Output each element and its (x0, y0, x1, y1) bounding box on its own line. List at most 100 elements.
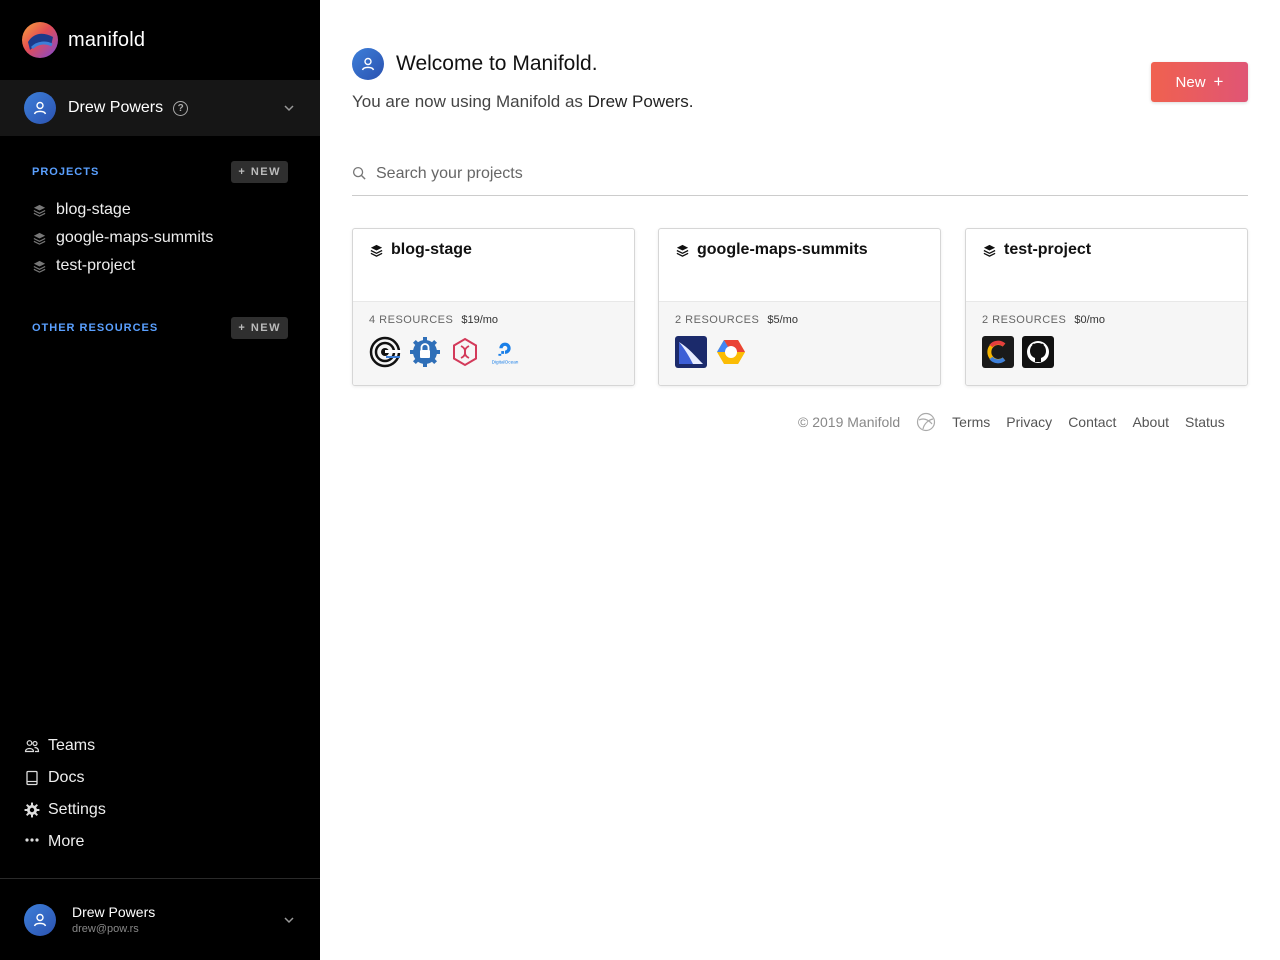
welcome-subtitle-name: Drew Powers. (587, 92, 694, 111)
price: $19/mo (461, 314, 499, 326)
card-header: google-maps-summits (659, 229, 940, 301)
welcome-subtitle-prefix: You are now using Manifold as (352, 92, 588, 111)
search-bar (352, 152, 1248, 196)
project-card-blog-stage[interactable]: blog-stage 4 RESOURCES $19/mo DigitalOce… (352, 228, 635, 386)
gear-icon (24, 802, 40, 818)
other-resources-section-header: OTHER RESOURCES + NEW (32, 317, 288, 339)
page-title: Welcome to Manifold. (396, 52, 598, 75)
welcome-header: Welcome to Manifold. (352, 48, 598, 80)
card-meta: 2 RESOURCES $5/mo (675, 314, 924, 326)
projects-section-title: PROJECTS (32, 166, 100, 178)
stack-icon (33, 204, 46, 217)
card-meta: 4 RESOURCES $19/mo (369, 314, 618, 326)
nav-item-docs[interactable]: Docs (24, 762, 106, 794)
nav-item-teams[interactable]: Teams (24, 730, 106, 762)
footer-link-privacy[interactable]: Privacy (1006, 414, 1052, 430)
sidebar-item-test-project[interactable]: test-project (32, 252, 213, 280)
welcome-subtitle: You are now using Manifold as Drew Power… (352, 92, 693, 112)
search-icon (352, 166, 366, 180)
resource-count: 2 RESOURCES (982, 314, 1067, 326)
manifold-logo-icon (22, 22, 58, 58)
projects-section-header: PROJECTS + NEW (32, 161, 288, 183)
chevron-down-icon[interactable] (282, 913, 296, 927)
nav-item-settings[interactable]: Settings (24, 794, 106, 826)
page-footer: © 2019 Manifold Terms Privacy Contact Ab… (798, 412, 1241, 432)
bottom-nav: Teams Docs Settings More (24, 730, 106, 858)
google-cloud-icon (715, 336, 747, 368)
sail-icon (675, 336, 707, 368)
user-info: Drew Powers drew@pow.rs (72, 904, 155, 935)
resource-icons: DigitalOcean (369, 336, 618, 368)
nav-label: Docs (48, 769, 85, 786)
resource-icons (982, 336, 1231, 368)
footer-link-about[interactable]: About (1132, 414, 1169, 430)
project-card-test-project[interactable]: test-project 2 RESOURCES $0/mo (965, 228, 1248, 386)
stack-icon (33, 260, 46, 273)
avatar (24, 903, 56, 936)
account-name: Drew Powers (68, 99, 164, 116)
github-icon (1022, 336, 1054, 368)
sidebar: manifold Drew Powers ? PROJECTS + NEW bl… (0, 0, 320, 960)
nav-item-more[interactable]: More (24, 826, 106, 858)
project-card-google-maps-summits[interactable]: google-maps-summits 2 RESOURCES $5/mo (658, 228, 941, 386)
dna-hexagon-icon (449, 336, 481, 368)
new-resource-button[interactable]: + NEW (231, 317, 288, 339)
stack-icon (33, 232, 46, 245)
sidebar-item-google-maps-summits[interactable]: google-maps-summits (32, 224, 213, 252)
book-icon (24, 770, 40, 786)
resource-icons (675, 336, 924, 368)
new-project-button[interactable]: + NEW (231, 161, 288, 183)
account-switcher[interactable]: Drew Powers ? (0, 80, 320, 136)
other-resources-section-title: OTHER RESOURCES (32, 322, 159, 334)
card-title: test-project (1004, 241, 1092, 258)
brand-name: manifold (68, 28, 146, 51)
brand[interactable]: manifold (22, 22, 145, 58)
card-title: google-maps-summits (697, 241, 868, 258)
new-button[interactable]: New + (1151, 62, 1248, 102)
digitalocean-wordmark: DigitalOcean (492, 359, 519, 364)
card-title: blog-stage (391, 241, 472, 258)
sidebar-item-label: test-project (56, 257, 136, 274)
sidebar-item-blog-stage[interactable]: blog-stage (32, 196, 213, 224)
user-icon (361, 57, 375, 71)
stack-icon (676, 244, 689, 257)
user-email: drew@pow.rs (72, 923, 139, 935)
card-footer: 4 RESOURCES $19/mo DigitalOcean (353, 301, 634, 385)
footer-link-contact[interactable]: Contact (1068, 414, 1116, 430)
user-name: Drew Powers (72, 904, 156, 920)
card-footer: 2 RESOURCES $0/mo (966, 301, 1247, 385)
copyright: © 2019 Manifold (798, 414, 901, 430)
nav-label: Settings (48, 801, 106, 818)
search-input[interactable] (376, 164, 1236, 183)
ellipsis-icon (24, 834, 40, 850)
price: $5/mo (767, 314, 798, 326)
avatar (352, 48, 384, 80)
chevron-down-icon[interactable] (282, 101, 296, 115)
footer-link-status[interactable]: Status (1185, 414, 1225, 430)
sidebar-item-label: blog-stage (56, 201, 131, 218)
footer-link-terms[interactable]: Terms (952, 414, 990, 430)
price: $0/mo (1074, 314, 1105, 326)
avatar (24, 92, 56, 124)
new-button-label: New (1175, 73, 1206, 91)
resource-count: 2 RESOURCES (675, 314, 760, 326)
resource-count: 4 RESOURCES (369, 314, 454, 326)
card-meta: 2 RESOURCES $0/mo (982, 314, 1231, 326)
project-list: blog-stage google-maps-summits test-proj… (32, 196, 213, 280)
c-logo-icon (982, 336, 1014, 368)
card-header: test-project (966, 229, 1247, 301)
user-icon (33, 101, 47, 115)
card-footer: 2 RESOURCES $5/mo (659, 301, 940, 385)
card-header: blog-stage (353, 229, 634, 301)
users-icon (24, 738, 40, 754)
nav-label: Teams (48, 737, 96, 754)
elephantsql-icon (369, 336, 401, 368)
sidebar-item-label: google-maps-summits (56, 229, 214, 246)
nav-label: More (48, 833, 85, 850)
help-icon[interactable]: ? (173, 100, 189, 116)
stack-icon (983, 244, 996, 257)
user-menu[interactable]: Drew Powers drew@pow.rs (0, 878, 320, 960)
stack-icon (370, 244, 383, 257)
manifold-mark-icon[interactable] (916, 412, 936, 432)
plus-icon: + (1213, 72, 1224, 91)
